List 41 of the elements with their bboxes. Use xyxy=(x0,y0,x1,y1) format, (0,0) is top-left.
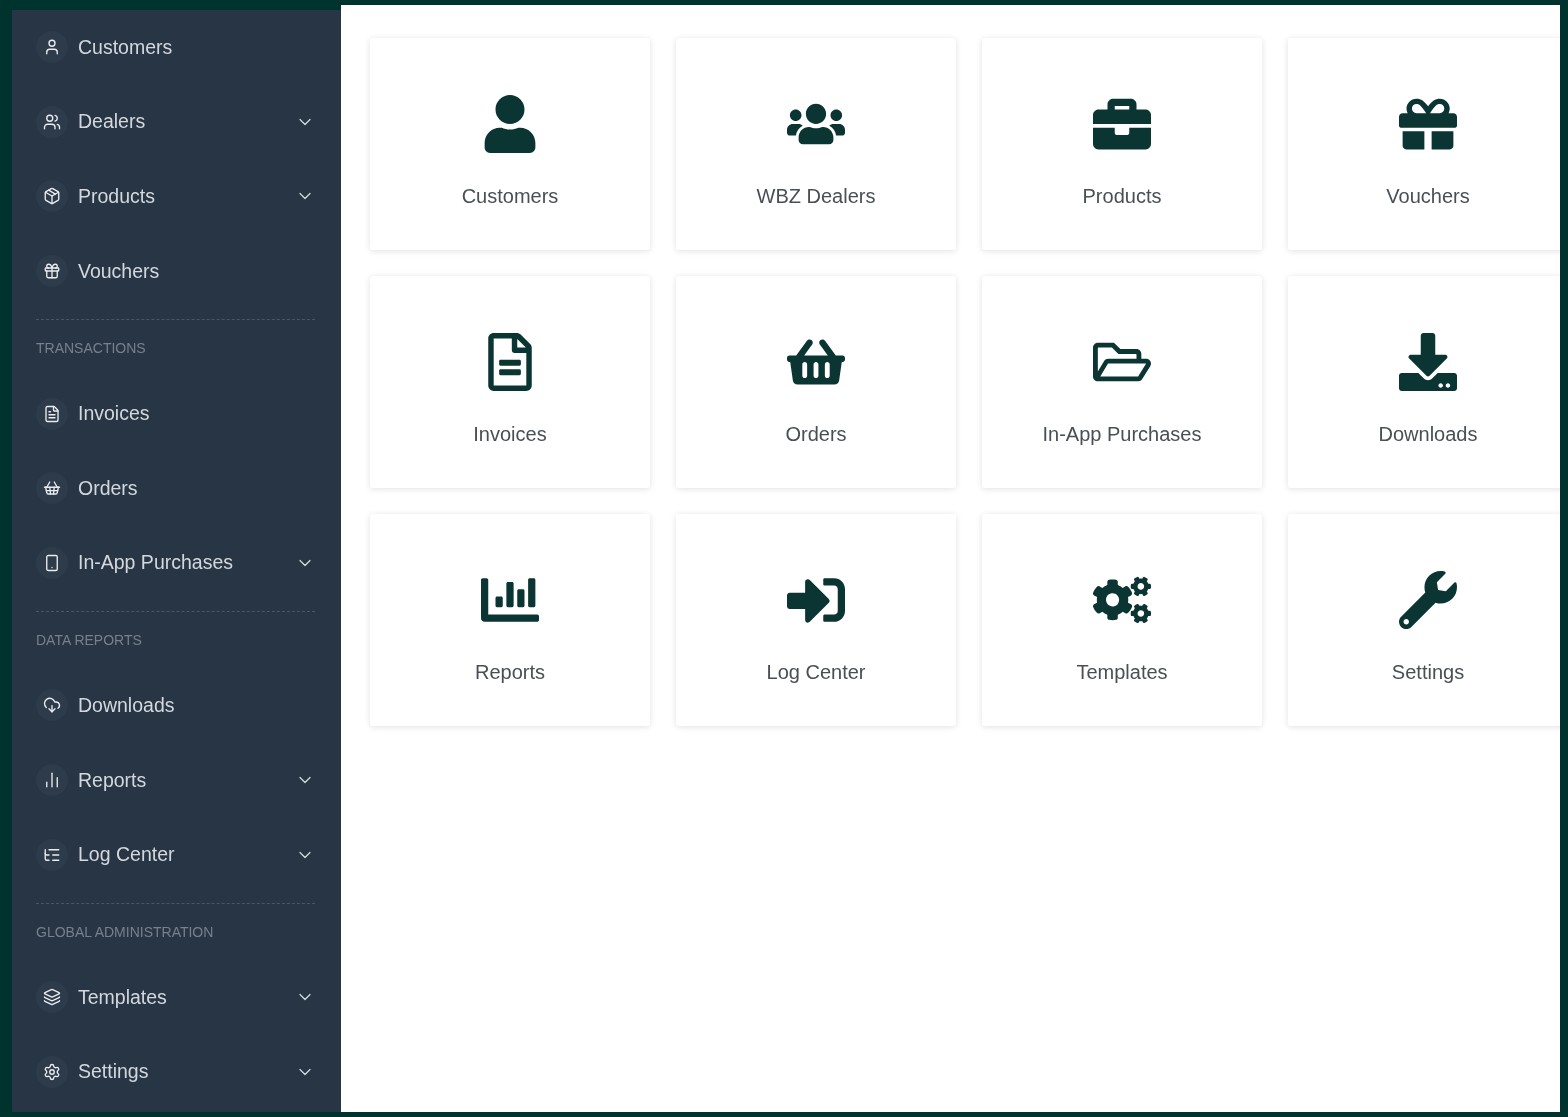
sidebar-item[interactable]: Settings xyxy=(36,1034,315,1110)
tile-card[interactable]: Settings xyxy=(1288,514,1560,726)
sidebar-item[interactable]: Dealers xyxy=(36,84,315,160)
tile-card[interactable]: In-App Purchases xyxy=(982,276,1262,488)
sidebar-item[interactable]: Vouchers xyxy=(36,233,315,309)
people-icon xyxy=(36,105,68,138)
gift-icon xyxy=(36,255,68,288)
sidebar-item[interactable]: Orders xyxy=(36,450,315,526)
sidebar-item[interactable]: Log Center xyxy=(36,817,315,892)
sidebar-item[interactable]: In-App Purchases xyxy=(36,525,315,601)
sidebar-item[interactable]: Invoices xyxy=(36,376,315,451)
download-icon xyxy=(1399,331,1457,393)
list-icon xyxy=(36,838,68,871)
section-heading: DATA REPORTS xyxy=(36,611,315,669)
basket-icon xyxy=(36,472,68,505)
wrench-icon xyxy=(1399,569,1457,631)
cloud-download-icon xyxy=(36,689,68,722)
sidebar-item[interactable]: Reports xyxy=(36,742,315,818)
bar-chart-icon xyxy=(36,764,68,797)
tile-card[interactable]: Orders xyxy=(676,276,956,488)
tile-card[interactable]: Vouchers xyxy=(1288,38,1560,250)
tile-card[interactable]: Log Center xyxy=(676,514,956,726)
tile-card[interactable]: Customers xyxy=(370,38,650,250)
tile-card[interactable]: Templates xyxy=(982,514,1262,726)
layers-icon xyxy=(36,981,68,1014)
tile-card[interactable]: Reports xyxy=(370,514,650,726)
tile-card[interactable]: Downloads xyxy=(1288,276,1560,488)
section-heading: TRANSACTIONS xyxy=(36,319,315,377)
sidebar-item[interactable]: Templates xyxy=(36,959,315,1035)
tile-card[interactable]: WBZ Dealers xyxy=(676,38,956,250)
sidebar-item[interactable]: Customers xyxy=(36,10,315,85)
tile-card[interactable]: Products xyxy=(982,38,1262,250)
tile-card[interactable]: Invoices xyxy=(370,276,650,488)
document-icon xyxy=(36,397,68,430)
sidebar-item[interactable]: Downloads xyxy=(36,668,315,743)
person-icon xyxy=(36,31,68,64)
sidebar-item[interactable]: Products xyxy=(36,159,315,234)
section-heading: GLOBAL ADMINISTRATION xyxy=(36,902,315,960)
settings-icon xyxy=(36,1055,68,1088)
box-icon xyxy=(36,180,68,213)
phone-icon xyxy=(36,546,68,579)
